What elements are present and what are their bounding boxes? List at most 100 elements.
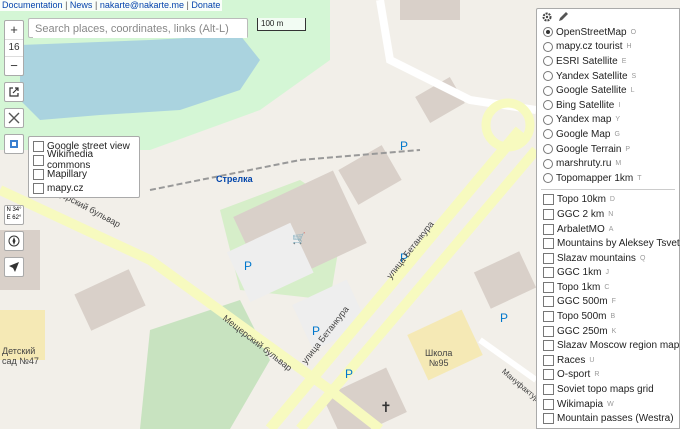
base-layer-item[interactable]: mapy.cz tourist H — [537, 40, 679, 55]
search-input[interactable] — [33, 20, 247, 38]
overlay-layer-item[interactable]: Topo 1km C — [537, 280, 679, 295]
parking-icon: P — [345, 367, 353, 381]
gear-icon[interactable] — [541, 11, 553, 23]
overlay-layer-checkbox[interactable] — [543, 281, 554, 293]
overlay-layer-item[interactable]: GGC 1km J — [537, 266, 679, 281]
base-layer-item[interactable]: Topomapper 1km T — [537, 171, 679, 186]
overlay-layer-checkbox[interactable] — [543, 354, 554, 366]
overlay-checkbox[interactable] — [33, 182, 44, 194]
track-tool-button[interactable] — [4, 108, 24, 128]
overlay-layer-item[interactable]: Wikimapia W — [537, 397, 679, 412]
overlay-layer-checkbox[interactable] — [543, 223, 554, 235]
base-layer-radio[interactable] — [543, 71, 553, 82]
hotkey-hint: N — [608, 210, 614, 218]
overlays-toggle-button[interactable] — [4, 134, 24, 154]
donate-link[interactable]: Donate — [191, 0, 220, 10]
base-layer-radio[interactable] — [543, 27, 553, 38]
base-layer-item[interactable]: OpenStreetMap O — [537, 25, 679, 40]
hotkey-hint: L — [630, 87, 635, 95]
base-layer-item[interactable]: Google Terrain P — [537, 142, 679, 157]
base-layer-label: Topomapper 1km — [556, 172, 634, 184]
external-link-icon — [9, 87, 19, 97]
export-button[interactable] — [4, 82, 24, 102]
overlay-layer-checkbox[interactable] — [543, 325, 554, 337]
hotkey-hint: K — [611, 327, 617, 335]
base-layer-radio[interactable] — [543, 100, 553, 111]
overlay-layer-item[interactable]: Slazav Moscow region mapZ — [537, 338, 679, 353]
overlay-item[interactable]: Wikimedia commons — [29, 149, 139, 171]
overlay-layer-label: Races — [557, 354, 586, 366]
overlay-layer-item[interactable]: ArbaletMO A — [537, 222, 679, 237]
overlay-layer-checkbox[interactable] — [543, 252, 554, 264]
compass-button[interactable] — [4, 231, 24, 251]
base-layer-radio[interactable] — [543, 129, 553, 140]
overlay-layer-item[interactable]: Slazav mountains Q — [537, 251, 679, 266]
layers-panel-header — [537, 9, 679, 25]
parking-icon: P — [500, 311, 508, 325]
email-link[interactable]: nakarte@nakarte.me — [100, 0, 184, 10]
compass-icon — [8, 235, 20, 247]
station-label: Стрелка — [216, 174, 253, 184]
base-layer-radio[interactable] — [543, 114, 553, 125]
hotkey-hint: C — [604, 283, 610, 291]
hotkey-hint: S — [631, 72, 637, 80]
base-layer-label: OpenStreetMap — [556, 26, 627, 38]
overlay-layer-item[interactable]: GGC 2 km N — [537, 207, 679, 222]
zoom-out-button[interactable]: − — [5, 57, 23, 75]
pencil-icon[interactable] — [557, 11, 569, 23]
hotkey-hint: U — [589, 356, 595, 364]
overlay-layer-checkbox[interactable] — [543, 369, 554, 381]
overlay-checkbox[interactable] — [33, 168, 44, 180]
overlay-layer-item[interactable]: Topo 500m B — [537, 309, 679, 324]
base-layer-item[interactable]: Yandex Satellite S — [537, 69, 679, 84]
coordinates-button[interactable]: N 34° E 62° — [4, 205, 24, 225]
overlay-layer-checkbox[interactable] — [543, 208, 554, 220]
base-layer-item[interactable]: ESRI Satellite E — [537, 54, 679, 69]
overlay-layer-checkbox[interactable] — [543, 296, 554, 308]
base-layer-item[interactable]: Google Satellite L — [537, 83, 679, 98]
overlay-layer-checkbox[interactable] — [543, 398, 554, 410]
overlay-layer-label: GGC 1km — [557, 267, 602, 279]
overlay-layer-item[interactable]: GGC 250m K — [537, 324, 679, 339]
overlay-layer-checkbox[interactable] — [543, 384, 554, 396]
overlay-layer-item[interactable]: Mountain passes (Westra) — [537, 411, 679, 426]
overlay-layer-item[interactable]: GGC 500m F — [537, 295, 679, 310]
base-layer-radio[interactable] — [543, 173, 553, 184]
overlay-label: Mapillary — [47, 168, 88, 180]
base-layer-label: Google Satellite — [556, 85, 627, 97]
base-layer-item[interactable]: Google Map G — [537, 127, 679, 142]
zoom-in-button[interactable]: + — [5, 21, 23, 39]
shop-icon: 🛒 — [292, 232, 306, 245]
overlay-layer-label: Wikimapia — [557, 398, 604, 410]
hotkey-hint: P — [625, 145, 631, 153]
overlay-layer-checkbox[interactable] — [543, 267, 554, 279]
overlay-layer-item[interactable]: O-sport R — [537, 368, 679, 383]
base-layer-item[interactable]: Bing Satellite I — [537, 98, 679, 113]
overlay-layer-item[interactable]: Topo 10km D — [537, 193, 679, 208]
hotkey-hint: Q — [639, 254, 646, 262]
overlay-layer-item[interactable]: Mountains by Aleksey Tsvetkov — [537, 236, 680, 251]
overlay-checkbox[interactable] — [33, 140, 44, 152]
base-layer-radio[interactable] — [543, 56, 553, 67]
overlay-layer-checkbox[interactable] — [543, 413, 554, 425]
base-layer-radio[interactable] — [543, 158, 553, 169]
locate-button[interactable] — [4, 257, 24, 277]
longitude-text: E 62° — [6, 215, 22, 221]
overlay-checkbox[interactable] — [33, 154, 44, 166]
overlay-item[interactable]: mapy.cz — [29, 181, 139, 195]
news-link[interactable]: News — [70, 0, 93, 10]
overlay-layer-item[interactable]: Soviet topo maps grid — [537, 382, 679, 397]
base-layer-radio[interactable] — [543, 41, 553, 52]
base-layer-item[interactable]: Yandex map Y — [537, 113, 679, 128]
overlay-layer-checkbox[interactable] — [543, 311, 554, 323]
documentation-link[interactable]: Documentation — [2, 0, 63, 10]
base-layer-radio[interactable] — [543, 85, 553, 96]
overlay-layer-checkbox[interactable] — [543, 340, 554, 352]
overlay-layer-label: GGC 250m — [557, 325, 608, 337]
base-layer-radio[interactable] — [543, 144, 553, 155]
base-layer-item[interactable]: marshruty.ru M — [537, 156, 679, 171]
overlay-layer-checkbox[interactable] — [543, 194, 554, 206]
overlay-layer-checkbox[interactable] — [543, 238, 554, 250]
overlay-layers-list: Topo 10km D GGC 2 km N ArbaletMO A Mountains b… — [537, 193, 680, 427]
overlay-layer-item[interactable]: Races U — [537, 353, 679, 368]
